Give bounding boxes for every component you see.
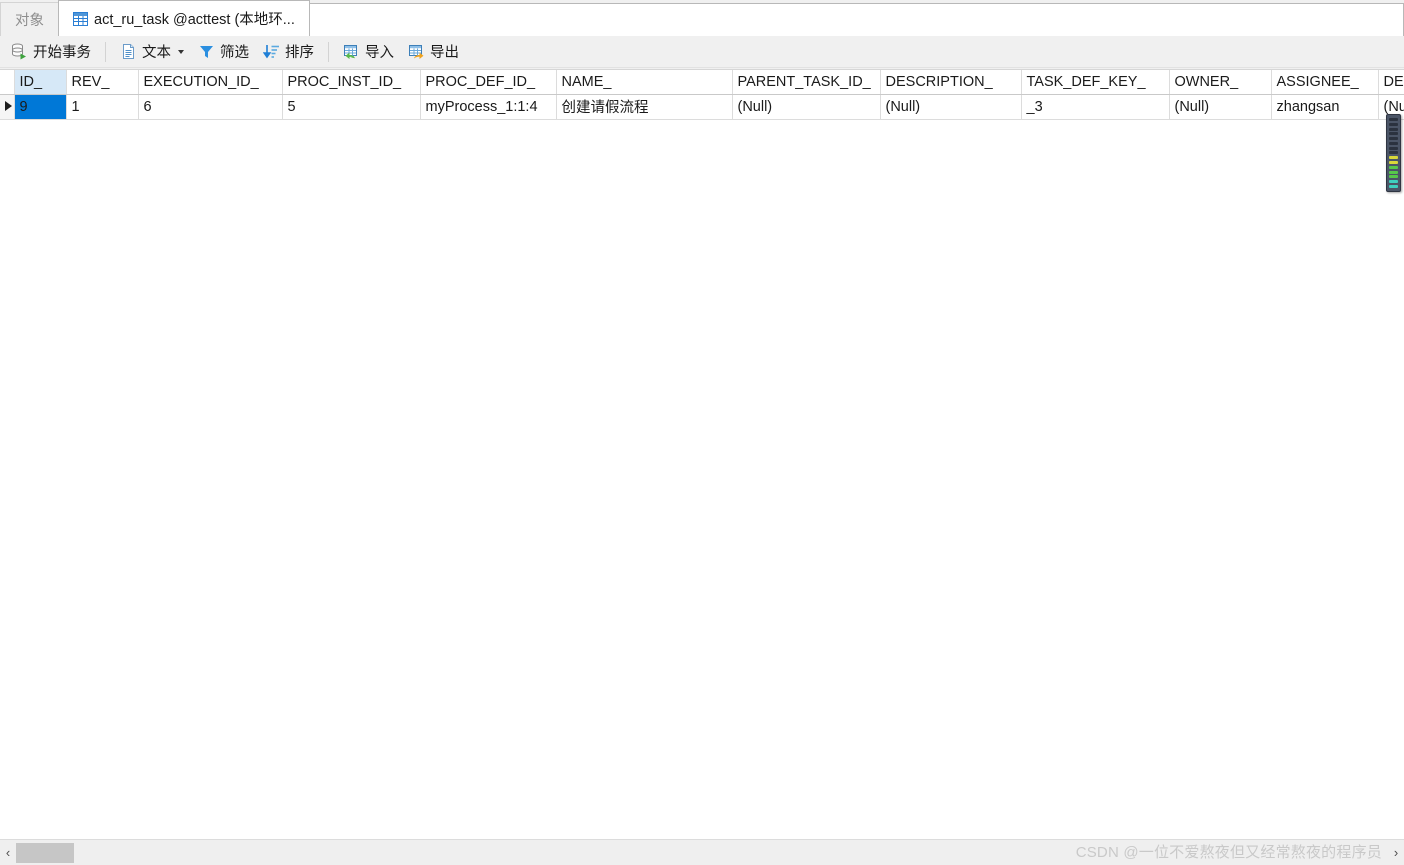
column-header-task-def-key[interactable]: TASK_DEF_KEY_ — [1021, 70, 1170, 95]
export-button[interactable]: 导出 — [401, 39, 466, 65]
tab-bar: 对象 act_ru_task @acttest (本地环... — [0, 0, 1404, 36]
tab-act-ru-task[interactable]: act_ru_task @acttest (本地环... — [58, 0, 310, 36]
column-header-proc-inst-id[interactable]: PROC_INST_ID_ — [282, 70, 421, 95]
level-meter-segment — [1389, 151, 1398, 155]
chevron-down-icon[interactable] — [178, 49, 184, 54]
table-row[interactable]: 9 1 6 5 myProcess_1:1:4 创建请假流程 (Null) (Null) _3(… — [0, 94, 1404, 120]
result-table: ID_ REV_ EXECUTION_ID_ PROC_INST_ID_ PROC_DE… — [0, 70, 1404, 120]
toolbar-separator-2 — [328, 41, 329, 62]
text-button[interactable]: 文本 — [113, 39, 191, 65]
table-body: 9 1 6 5 myProcess_1:1:4 创建请假流程 (Null) (Null) _3(… — [0, 94, 1404, 120]
watermark-text: CSDN @一位不爱熬夜但又经常熬夜的程序员 — [1075, 844, 1382, 861]
export-button-label: 导出 — [430, 45, 459, 61]
horizontal-scroll-thumb[interactable] — [16, 842, 74, 863]
toolbar-separator-1 — [105, 41, 106, 62]
column-header-parent-task-id[interactable]: PARENT_TASK_ID_ — [732, 70, 881, 95]
cell-owner[interactable]: (Null) — [1169, 94, 1272, 120]
cell-proc-inst-id[interactable]: 5 — [282, 94, 421, 120]
level-meter-segment — [1389, 165, 1398, 169]
level-meter-segment — [1389, 132, 1398, 136]
scroll-left-arrow-icon[interactable]: ‹ — [0, 841, 16, 865]
cell-assignee[interactable]: zhangsan — [1271, 94, 1379, 120]
cell-description[interactable]: (Null) — [880, 94, 1022, 120]
level-meter-segment — [1389, 137, 1398, 141]
level-meter-segment — [1389, 118, 1398, 121]
tab-objects-label: 对象 — [15, 13, 44, 29]
cell-task-def-key[interactable]: _3 — [1021, 94, 1170, 120]
level-meter-segment — [1389, 170, 1398, 174]
table-header-row: ID_ REV_ EXECUTION_ID_ PROC_INST_ID_ PROC_DE… — [0, 70, 1404, 95]
begin-transaction-icon — [11, 43, 28, 60]
begin-transaction-button[interactable]: 开始事务 — [4, 39, 98, 65]
level-meter-segment — [1389, 156, 1398, 160]
cell-parent-task-id[interactable]: (Null) — [732, 94, 881, 120]
column-header-name[interactable]: NAME_ — [556, 70, 733, 95]
begin-transaction-label: 开始事务 — [33, 45, 91, 61]
table-grid-icon — [73, 11, 88, 26]
row-indicator[interactable] — [0, 94, 15, 120]
level-meter-segment — [1389, 146, 1398, 150]
column-header-owner[interactable]: OWNER_ — [1169, 70, 1272, 95]
import-icon — [343, 43, 360, 60]
export-icon — [408, 43, 425, 60]
level-meter-segment — [1389, 127, 1398, 131]
import-button[interactable]: 导入 — [336, 39, 401, 65]
level-meter-segment — [1389, 141, 1398, 145]
level-meter-segment — [1389, 175, 1398, 179]
column-header-proc-def-id[interactable]: PROC_DEF_ID_ — [420, 70, 557, 95]
sort-descending-icon — [262, 43, 280, 60]
sort-button[interactable]: 排序 — [256, 39, 321, 65]
data-grid[interactable]: ID_ REV_ EXECUTION_ID_ PROC_INST_ID_ PROC_DE… — [0, 69, 1404, 839]
cell-id[interactable]: 9 — [14, 94, 67, 120]
cell-proc-def-id[interactable]: myProcess_1:1:4 — [420, 94, 557, 120]
level-meter-segment — [1389, 122, 1398, 126]
column-header-id[interactable]: ID_ — [14, 70, 67, 95]
level-meter-widget — [1386, 114, 1401, 192]
filter-button[interactable]: 筛选 — [191, 39, 256, 65]
filter-funnel-icon — [198, 43, 215, 60]
level-meter-segment — [1389, 180, 1398, 184]
tab-act-ru-task-label: act_ru_task @acttest (本地环... — [94, 12, 295, 28]
tab-objects[interactable]: 对象 — [0, 2, 59, 36]
current-row-arrow-icon — [5, 101, 12, 112]
column-header-rev[interactable]: REV_ — [66, 70, 139, 95]
cell-name[interactable]: 创建请假流程 — [556, 94, 733, 120]
level-meter-segment — [1389, 161, 1398, 165]
column-header-execution-id[interactable]: EXECUTION_ID_ — [138, 70, 283, 95]
cell-rev[interactable]: 1 — [66, 94, 139, 120]
row-header-corner — [0, 70, 15, 95]
toolbar: 开始事务 文本 筛选 排序 导入 导出 — [0, 36, 1404, 68]
column-header-del[interactable]: DEL — [1378, 70, 1404, 95]
cell-execution-id[interactable]: 6 — [138, 94, 283, 120]
column-header-description[interactable]: DESCRIPTION_ — [880, 70, 1022, 95]
column-header-assignee[interactable]: ASSIGNEE_ — [1271, 70, 1379, 95]
text-document-icon — [120, 43, 137, 60]
sort-button-label: 排序 — [285, 45, 314, 61]
level-meter-segment — [1389, 184, 1398, 188]
text-button-label: 文本 — [142, 45, 171, 61]
filter-button-label: 筛选 — [220, 45, 249, 61]
tab-bar-filler — [308, 3, 1404, 36]
database-table-viewer: 对象 act_ru_task @acttest (本地环... 开始事务 文本 … — [0, 0, 1404, 865]
scroll-right-arrow-icon[interactable]: › — [1388, 841, 1404, 865]
import-button-label: 导入 — [365, 45, 394, 61]
